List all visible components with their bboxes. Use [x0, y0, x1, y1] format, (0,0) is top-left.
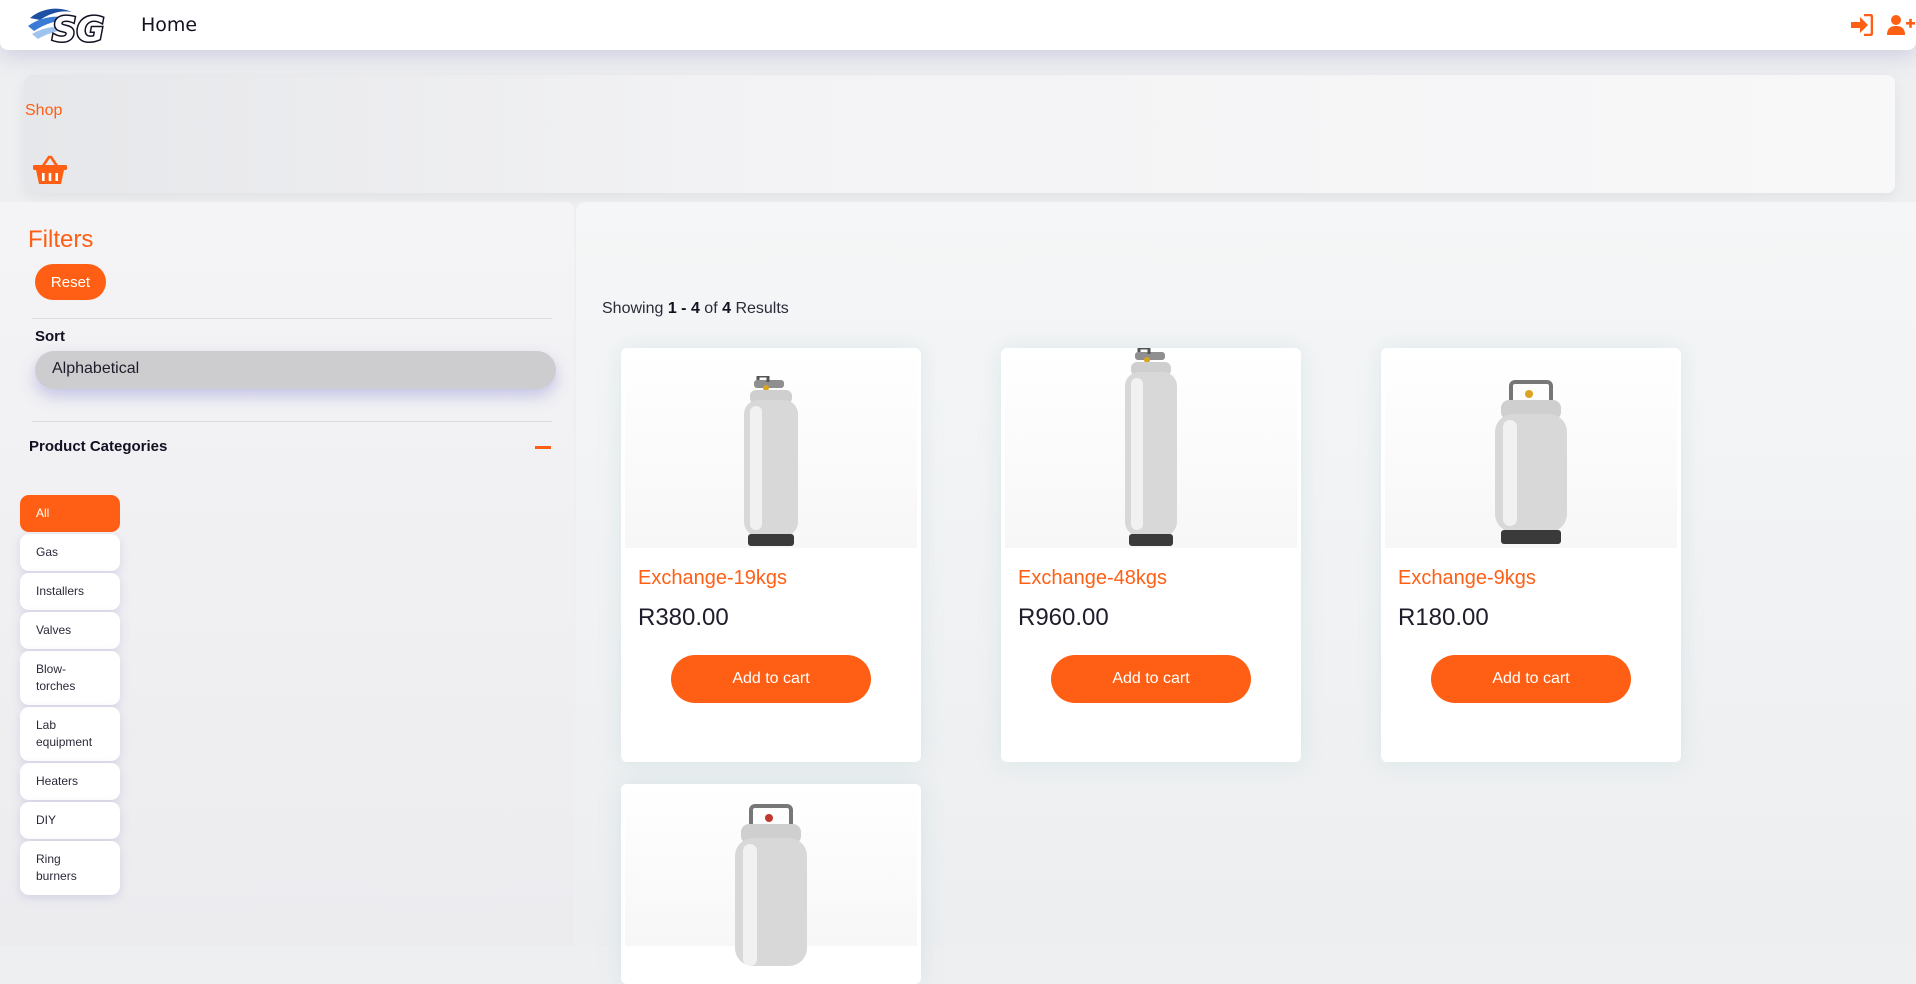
product-card[interactable]: Exchange-9kgs R180.00 Add to cart	[1381, 348, 1681, 762]
filters-title: Filters	[28, 226, 94, 253]
product-price: R180.00	[1398, 604, 1489, 631]
logo-graphic: SG	[28, 9, 106, 52]
product-card[interactable]	[621, 784, 921, 984]
breadcrumb-shop[interactable]: Shop	[25, 102, 62, 120]
top-navbar: SG Home	[0, 0, 1916, 52]
product-image[interactable]	[1005, 348, 1297, 548]
sort-label: Sort	[35, 328, 65, 345]
category-item-blow-torches[interactable]: Blow-torches	[20, 651, 120, 705]
basket-icon[interactable]	[32, 155, 68, 185]
category-item-valves[interactable]: Valves	[20, 612, 120, 649]
shop-banner	[24, 75, 1895, 193]
product-categories-header[interactable]: Product Categories	[29, 438, 167, 455]
category-item-ring-burners[interactable]: Ring burners	[20, 841, 120, 895]
gas-cylinder-icon	[735, 804, 807, 966]
category-item-gas[interactable]: Gas	[20, 534, 120, 571]
sg-logo[interactable]: SG	[28, 4, 114, 52]
product-price: R380.00	[638, 604, 729, 631]
product-title[interactable]: Exchange-48kgs	[1018, 567, 1167, 590]
product-image[interactable]	[625, 348, 917, 548]
add-to-cart-button[interactable]: Add to cart	[671, 655, 871, 703]
sort-select[interactable]: Alphabetical	[35, 351, 556, 389]
product-image[interactable]	[1385, 348, 1677, 548]
category-item-lab-equipment[interactable]: Lab equipment	[20, 707, 120, 761]
product-image[interactable]	[625, 784, 917, 966]
gas-cylinder-icon	[1125, 348, 1177, 546]
divider	[32, 421, 552, 422]
product-card[interactable]: Exchange-48kgs R960.00 Add to cart	[1001, 348, 1301, 762]
category-list: All Gas Installers Valves Blow-torches L…	[20, 495, 120, 897]
product-card[interactable]: Exchange-19kgs R380.00 Add to cart	[621, 348, 921, 762]
reset-button[interactable]: Reset	[35, 264, 106, 300]
category-item-installers[interactable]: Installers	[20, 573, 120, 610]
nav-home-link[interactable]: Home	[141, 14, 197, 36]
category-item-diy[interactable]: DIY	[20, 802, 120, 839]
gas-cylinder-icon	[1495, 380, 1567, 544]
add-user-icon[interactable]	[1887, 14, 1915, 36]
add-to-cart-button[interactable]: Add to cart	[1051, 655, 1251, 703]
product-title[interactable]: Exchange-9kgs	[1398, 567, 1536, 590]
sign-in-icon[interactable]	[1849, 13, 1874, 37]
divider	[32, 318, 552, 319]
product-title[interactable]: Exchange-19kgs	[638, 567, 787, 590]
gas-cylinder-icon	[744, 376, 798, 546]
add-to-cart-button[interactable]: Add to cart	[1431, 655, 1631, 703]
category-item-all[interactable]: All	[20, 495, 120, 532]
logo-text: SG	[52, 10, 104, 46]
minus-icon[interactable]	[535, 446, 551, 449]
results-count: Showing 1 - 4 of 4 Results	[602, 300, 789, 317]
category-item-heaters[interactable]: Heaters	[20, 763, 120, 800]
product-price: R960.00	[1018, 604, 1109, 631]
